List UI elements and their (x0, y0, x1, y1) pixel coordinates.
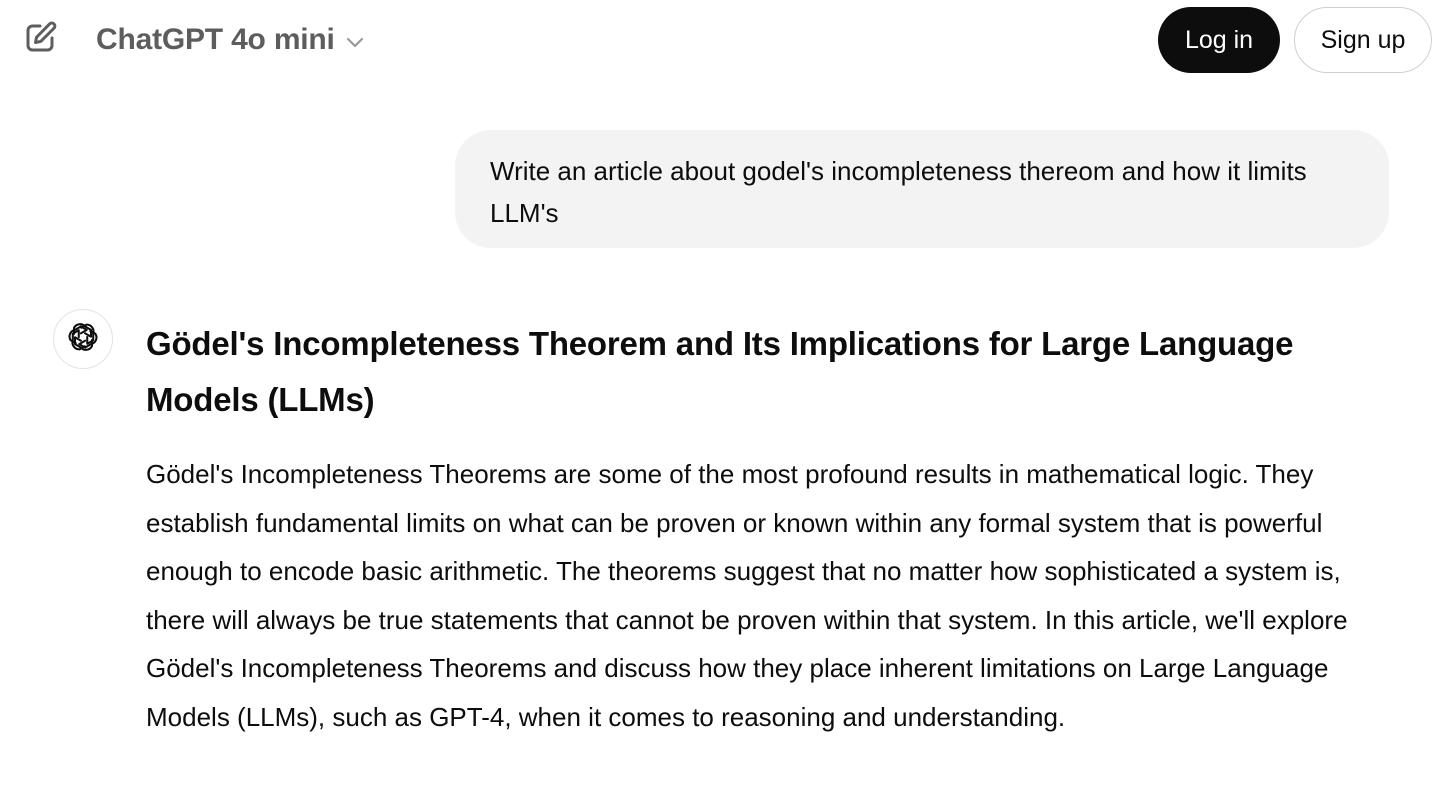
chevron-down-icon (345, 35, 365, 49)
top-bar: ChatGPT 4o mini Log in Sign up (0, 0, 1456, 80)
assistant-title: Gödel's Incompleteness Theorem and Its I… (146, 325, 1294, 418)
openai-logo-icon (66, 320, 100, 359)
model-name: ChatGPT 4o mini (96, 23, 335, 56)
new-chat-icon (22, 20, 58, 61)
assistant-avatar (53, 309, 113, 369)
chat-page: ChatGPT 4o mini Log in Sign up Write an … (0, 0, 1456, 804)
signup-button[interactable]: Sign up (1294, 7, 1432, 73)
login-button[interactable]: Log in (1158, 7, 1280, 73)
model-selector[interactable]: ChatGPT 4o mini (86, 16, 375, 64)
new-chat-button[interactable] (18, 18, 62, 62)
user-message: Write an article about godel's incomplet… (455, 130, 1389, 248)
assistant-message: Gödel's Incompleteness Theorem and Its I… (146, 316, 1406, 742)
assistant-paragraph: Gödel's Incompleteness Theorems are some… (146, 459, 1348, 732)
